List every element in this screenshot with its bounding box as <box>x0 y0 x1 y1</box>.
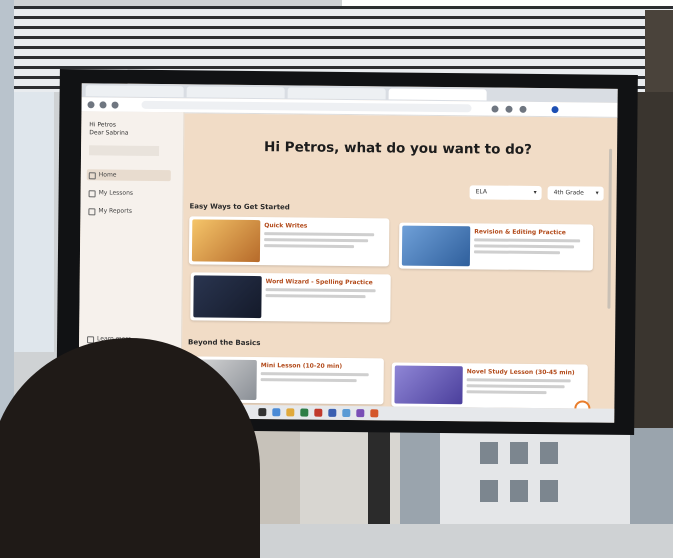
card-description <box>264 238 369 243</box>
card-description <box>260 372 369 377</box>
building-window <box>540 442 558 464</box>
card-description <box>260 378 357 383</box>
extension-icon[interactable] <box>505 105 513 113</box>
sidebar-item-label: Home <box>98 171 117 179</box>
building-window <box>540 480 558 502</box>
subject-select[interactable]: ELA ▾ <box>469 185 542 201</box>
window-pane <box>14 92 54 352</box>
profile-icon[interactable] <box>551 106 559 114</box>
url-field[interactable] <box>141 100 472 113</box>
building <box>440 430 630 524</box>
extension-icon[interactable] <box>519 105 527 113</box>
building-window <box>480 480 498 502</box>
app-icon[interactable] <box>328 408 337 417</box>
grade-select-value: 4th Grade <box>553 189 584 197</box>
sidebar-note <box>88 145 160 157</box>
browser-tab[interactable] <box>287 87 386 100</box>
extension-icon[interactable] <box>491 105 499 113</box>
card-description <box>466 390 547 395</box>
monitor-stand <box>368 430 390 524</box>
card-description <box>466 378 571 383</box>
page-title: Hi Petros, what do you want to do? <box>264 139 533 158</box>
back-icon[interactable] <box>87 101 95 109</box>
sidebar-item-label: My Reports <box>98 207 133 215</box>
card-description <box>264 244 355 249</box>
reload-icon[interactable] <box>111 101 119 109</box>
card-description <box>473 250 561 255</box>
sidebar-item-my-lessons[interactable]: My Lessons <box>87 187 134 198</box>
card-image <box>193 275 262 319</box>
app-icon[interactable] <box>356 409 365 418</box>
app-icon[interactable] <box>286 408 295 417</box>
building-window <box>510 442 528 464</box>
card-description <box>474 238 581 243</box>
card-quick-writes[interactable]: Quick Writes <box>188 216 390 267</box>
browser-tab-active[interactable] <box>388 88 487 101</box>
chevron-down-icon: ▾ <box>595 189 599 197</box>
app-icon[interactable] <box>314 408 323 417</box>
forward-icon[interactable] <box>99 101 107 109</box>
app-icon[interactable] <box>342 408 351 418</box>
sidebar-item-home[interactable]: Home <box>86 169 171 182</box>
building-window <box>480 442 498 464</box>
card-title: Mini Lesson (10-20 min) <box>260 362 343 370</box>
building-window <box>510 480 528 502</box>
card-revision-editing[interactable]: Revision & Editing Practice <box>398 222 594 271</box>
app-icon[interactable] <box>272 408 281 417</box>
book-icon <box>88 190 96 198</box>
card-novel-study[interactable]: Novel Study Lesson (30-45 min) <box>391 362 588 409</box>
main-content: Hi Petros, what do you want to do? ELA ▾… <box>181 112 617 423</box>
subject-select-value: ELA <box>475 188 488 196</box>
sidebar-item-label: My Lessons <box>98 189 134 197</box>
app-icon[interactable] <box>370 409 379 418</box>
card-title: Revision & Editing Practice <box>474 228 566 237</box>
card-description <box>474 244 575 249</box>
start-icon[interactable] <box>258 408 267 417</box>
browser-tab[interactable] <box>186 86 285 99</box>
home-icon <box>88 172 96 180</box>
sidebar-user: Hi Petros Dear Sabrina <box>89 121 128 137</box>
card-image <box>401 225 471 267</box>
card-title: Novel Study Lesson (30-45 min) <box>466 368 575 377</box>
user-subtitle: Dear Sabrina <box>89 129 129 137</box>
card-description <box>264 232 375 237</box>
card-description <box>265 288 376 293</box>
card-word-wizard[interactable]: Word Wizard - Spelling Practice <box>190 272 391 323</box>
card-description <box>466 384 565 389</box>
grade-select[interactable]: 4th Grade ▾ <box>547 186 604 201</box>
section-heading-get-started: Easy Ways to Get Started <box>189 202 290 212</box>
card-title: Quick Writes <box>264 222 308 230</box>
app-icon[interactable] <box>300 408 309 417</box>
chevron-down-icon: ▾ <box>533 188 537 196</box>
browser-tab[interactable] <box>85 85 184 98</box>
section-heading-beyond: Beyond the Basics <box>188 338 261 348</box>
card-image <box>191 219 261 263</box>
card-title: Word Wizard - Spelling Practice <box>265 278 373 287</box>
chart-icon <box>88 208 96 216</box>
card-image <box>394 365 463 405</box>
sidebar-item-my-reports[interactable]: My Reports <box>86 205 132 216</box>
card-description <box>265 294 366 299</box>
